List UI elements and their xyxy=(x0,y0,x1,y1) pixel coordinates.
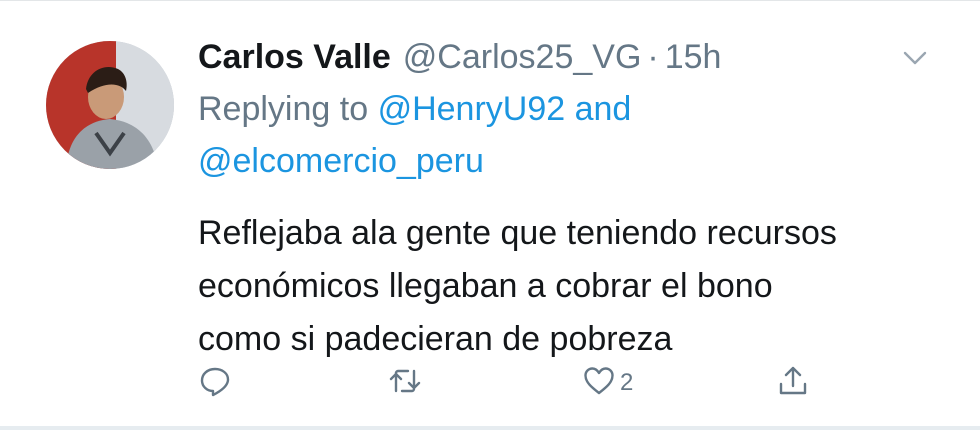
avatar-photo xyxy=(46,41,174,169)
like-count: 2 xyxy=(620,369,634,396)
like-button[interactable]: 2 xyxy=(582,361,633,405)
user-handle[interactable]: @Carlos25_VG xyxy=(403,38,642,77)
share-button[interactable] xyxy=(776,361,810,405)
share-icon xyxy=(776,364,810,403)
replying-to-line-2: @elcomercio_peru xyxy=(198,135,938,187)
display-name[interactable]: Carlos Valle xyxy=(198,38,391,77)
tweet-text: Reflejaba ala gente que teniendo recurso… xyxy=(198,214,837,358)
tweet-content: Carlos Valle @Carlos25_VG · 15h Replying… xyxy=(198,31,938,366)
chevron-down-icon[interactable] xyxy=(900,43,930,73)
timestamp[interactable]: 15h xyxy=(665,38,722,77)
replying-to: Replying to @HenryU92 and xyxy=(198,83,938,135)
retweet-button[interactable] xyxy=(388,361,422,405)
retweet-icon xyxy=(388,364,422,403)
mention-elcomercio-peru[interactable]: @elcomercio_peru xyxy=(198,142,484,180)
reply-and[interactable]: and xyxy=(575,90,632,128)
reply-prefix: Replying to xyxy=(198,90,369,128)
heart-icon xyxy=(582,364,616,403)
separator-dot: · xyxy=(647,37,659,76)
reply-icon xyxy=(198,364,232,403)
avatar[interactable] xyxy=(46,41,174,169)
tweet-header: Carlos Valle @Carlos25_VG · 15h xyxy=(198,31,938,83)
mention-henryu92[interactable]: @HenryU92 xyxy=(378,90,566,128)
tweet-actions: 2 xyxy=(198,361,838,405)
tweet-card[interactable]: Carlos Valle @Carlos25_VG · 15h Replying… xyxy=(0,0,980,430)
reply-button[interactable] xyxy=(198,361,232,405)
